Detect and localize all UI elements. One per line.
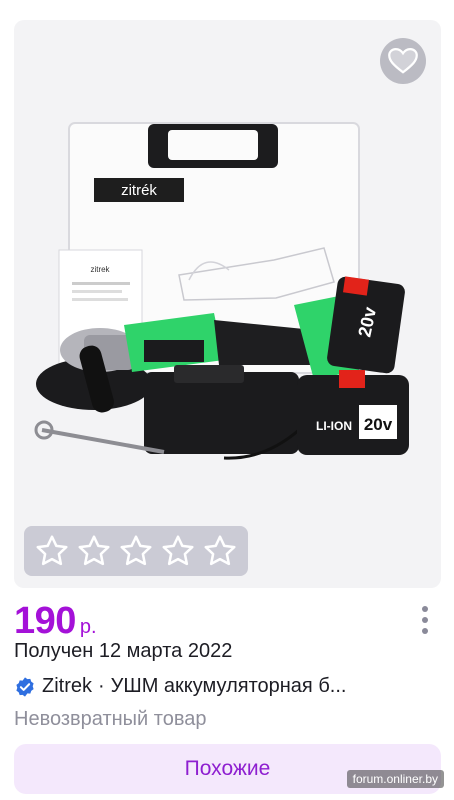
- price-row: 190 р.: [14, 600, 440, 644]
- more-menu-button[interactable]: [416, 606, 434, 640]
- received-date: Получен 12 марта 2022: [14, 640, 233, 662]
- favorite-button[interactable]: [380, 38, 426, 84]
- seller-name[interactable]: Zitrek: [42, 675, 92, 698]
- star-icon[interactable]: [202, 533, 238, 569]
- rating-stars[interactable]: [24, 526, 248, 576]
- star-icon[interactable]: [118, 533, 154, 569]
- non-returnable-label: Невозвратный товар: [14, 708, 207, 730]
- seller-row: Zitrek · УШМ аккумуляторная б...: [14, 675, 394, 698]
- product-title[interactable]: УШМ аккумуляторная б...: [111, 675, 347, 698]
- heart-icon: [388, 47, 418, 74]
- star-icon[interactable]: [160, 533, 196, 569]
- more-vertical-icon: [422, 606, 428, 612]
- manual-brand-label: zitrek: [90, 265, 110, 274]
- product-photo: zitrék zitrek 20v LI-ION 20v: [34, 122, 409, 460]
- battery-chem-label: LI-ION: [316, 419, 352, 433]
- price-value: 190: [14, 600, 76, 642]
- verified-check-icon: [16, 676, 34, 697]
- battery-voltage-label: 20v: [364, 415, 393, 434]
- star-icon[interactable]: [76, 533, 112, 569]
- product-image-card[interactable]: zitrék zitrek 20v LI-ION 20v: [14, 20, 441, 588]
- watermark-label: forum.onliner.by: [346, 770, 444, 788]
- price-currency: р.: [79, 616, 97, 638]
- separator-dot: ·: [98, 675, 105, 697]
- case-brand-label: zitrék: [121, 182, 157, 199]
- star-icon[interactable]: [34, 533, 70, 569]
